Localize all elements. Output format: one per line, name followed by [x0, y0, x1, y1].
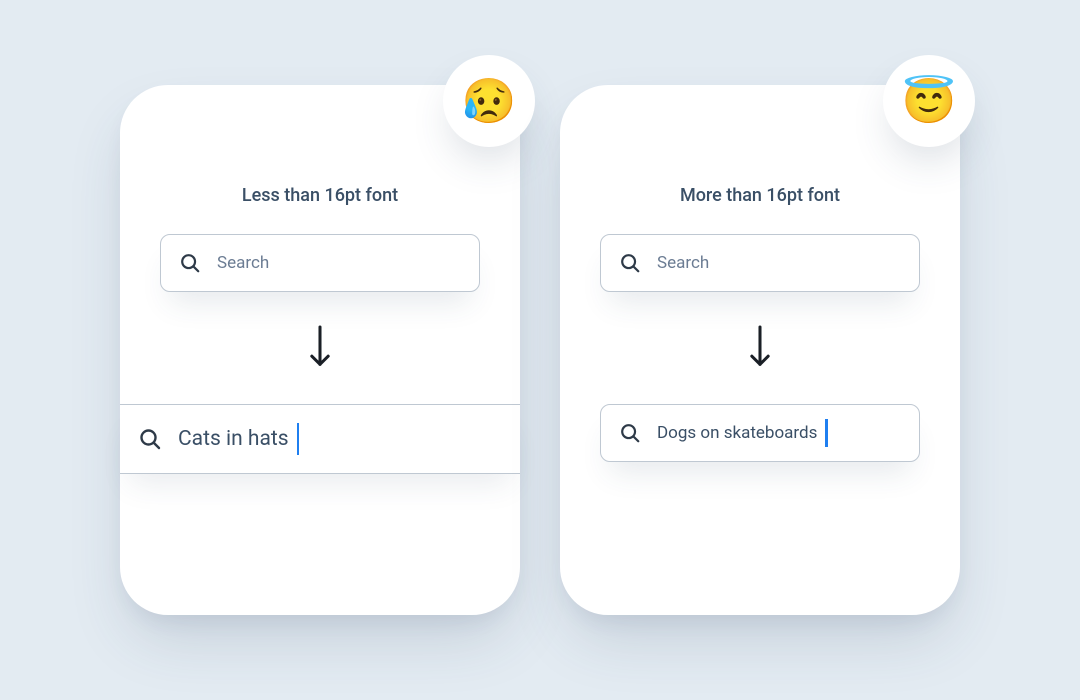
badge-bad: 😥 [443, 55, 535, 147]
search-input-after[interactable]: Dogs on skateboards [600, 404, 920, 462]
arrow-down-icon [306, 324, 334, 372]
card-content: Less than 16pt font Search [120, 185, 520, 474]
search-icon [179, 252, 201, 274]
sad-emoji-icon: 😥 [462, 75, 517, 127]
search-input-before[interactable]: Search [160, 234, 480, 292]
angel-emoji-icon: 😇 [902, 75, 957, 127]
search-icon [619, 422, 641, 444]
search-input-before[interactable]: Search [600, 234, 920, 292]
text-cursor-icon [297, 423, 300, 455]
search-value: Cats in hats [178, 427, 289, 451]
card-good-example: 😇 More than 16pt font Search [560, 85, 960, 615]
card-bad-example: 😥 Less than 16pt font Search [120, 85, 520, 615]
search-placeholder: Search [657, 253, 709, 273]
search-input-zoomed[interactable]: Cats in hats [120, 404, 520, 474]
arrow-down-icon [746, 324, 774, 372]
search-value: Dogs on skateboards [657, 423, 817, 443]
search-placeholder: Search [217, 253, 269, 273]
badge-good: 😇 [883, 55, 975, 147]
search-icon [138, 427, 162, 451]
card-title: More than 16pt font [680, 185, 840, 206]
card-content: More than 16pt font Search [560, 185, 960, 462]
text-cursor-icon [825, 419, 828, 447]
card-title: Less than 16pt font [242, 185, 398, 206]
search-icon [619, 252, 641, 274]
